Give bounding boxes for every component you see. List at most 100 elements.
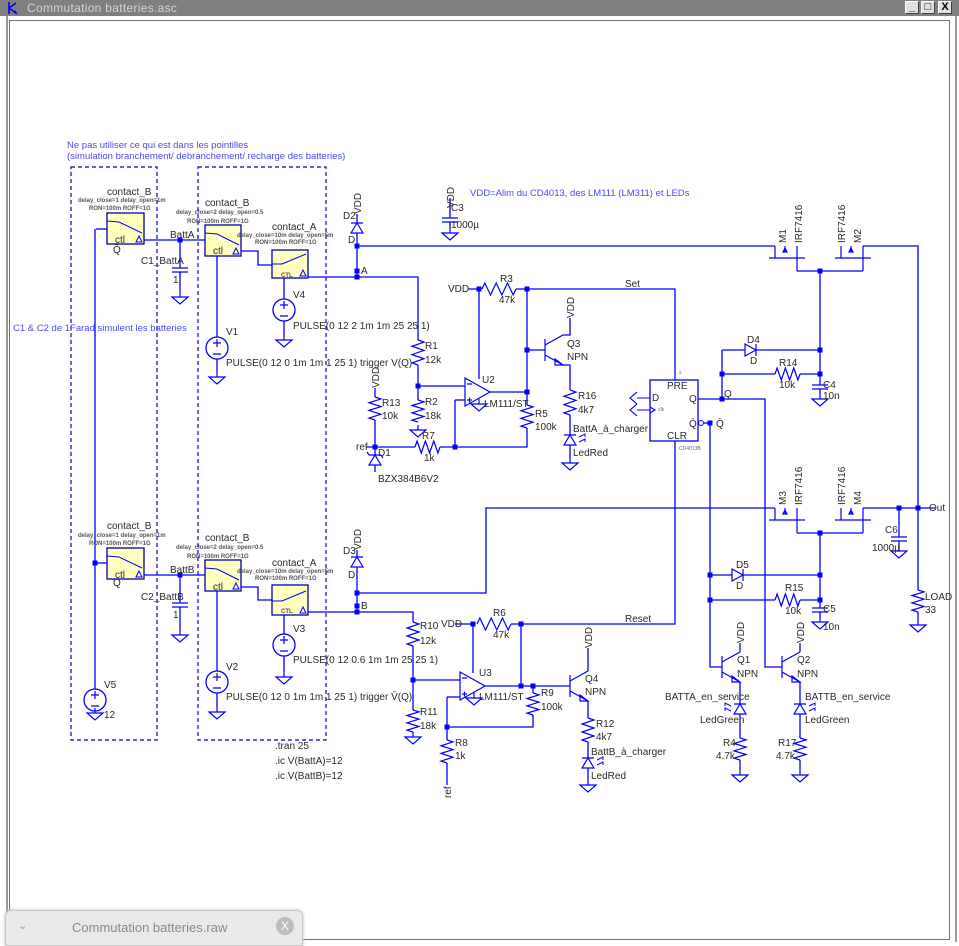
raw-file-tab[interactable]: ⌄ Commutation batteries.raw X [5, 910, 303, 946]
wire [516, 288, 676, 380]
switches-sw4-pin-label: Q [113, 578, 121, 589]
transistors-m3-name-label: M3 [778, 491, 789, 505]
resistor [476, 616, 512, 632]
vdd-q3-label: VDD [566, 297, 577, 318]
switch-box [204, 559, 242, 592]
resistors-r7-value-label: 1k [424, 453, 436, 464]
resistor [524, 692, 542, 716]
transistors-q1-name-label: Q1 [737, 655, 751, 666]
wire [241, 250, 272, 266]
diodes-led_a_charge-value-label: LedRed [573, 448, 608, 459]
resistors-r11-value-label: 18k [420, 721, 437, 732]
diodes-led_a_service-name-label: BATTA_en_service [665, 692, 750, 703]
opamps-u3-name-label: U3 [479, 668, 492, 679]
nets-reset-label: Reset [625, 614, 651, 625]
resistor [774, 366, 801, 382]
chevron-down-icon[interactable]: ⌄ [18, 919, 27, 932]
switches-sw5-ctl-label: ctl [213, 582, 223, 593]
opamps-u2-name-label: U2 [482, 375, 495, 386]
diode [349, 555, 365, 568]
resistor-zigzag [439, 739, 455, 764]
ground-icon [560, 458, 580, 471]
resistor [580, 717, 596, 743]
nets-ref2-label: ref [443, 786, 454, 798]
diodes-led_b_charge-value-label: LedRed [591, 771, 626, 782]
wire [357, 507, 775, 594]
wire [511, 441, 676, 625]
switch-box [204, 224, 242, 257]
vdd-d3-label: VDD [353, 529, 364, 550]
capacitor [172, 602, 188, 608]
flipflop-q-label: Q [689, 394, 697, 405]
resistor-zigzag [909, 589, 927, 613]
wire [709, 423, 722, 668]
inverter-bubble [698, 420, 704, 426]
tab-title[interactable]: Commutation batteries.raw [72, 920, 227, 935]
resistors-r4-name-label: R4 [723, 738, 736, 749]
sources-v5-value-label: 12 [104, 710, 116, 721]
resistor-zigzag [524, 692, 542, 716]
diode [349, 221, 365, 234]
capacitor [891, 536, 907, 542]
nets-ref1-label: ref [356, 442, 368, 453]
resistors-r10-value-label: 12k [420, 636, 437, 647]
vdd-q2-label: VDD [796, 622, 807, 643]
transistors-q1-value-label: NPN [737, 669, 758, 680]
resistor [414, 439, 441, 455]
schematic[interactable]: Ne pas utiliser ce qui est dans les poin… [0, 0, 959, 942]
ground-icon [790, 770, 810, 783]
sources-v3-name-label: V3 [293, 624, 306, 635]
resistors-r8-value-label: 1k [455, 751, 467, 762]
directives-ic_a-label: .ic V(BattA)=12 [275, 756, 343, 767]
ground-icon [403, 732, 423, 745]
diode [732, 702, 748, 715]
wire [563, 318, 571, 336]
diodes-led_b_charge-name-label: BattB_à_charger [591, 747, 667, 758]
diodes-d1-name-label: D1 [378, 448, 391, 459]
diodes-led_b_service-value-label: LedGreen [805, 715, 849, 726]
resistor [409, 399, 427, 423]
diodes-d5-name-label: D5 [736, 560, 749, 571]
resistors-r16-value-label: 4k7 [578, 405, 595, 416]
junction-dot [524, 347, 530, 353]
resistor [410, 339, 426, 366]
resistor-zigzag [409, 399, 427, 423]
switches-sw6-p1-label: delay_close=10m delay_open=5m [237, 569, 333, 575]
switches-sw2-name-label: contact_B [205, 198, 250, 209]
source-polarity [280, 301, 288, 317]
tab-close-button[interactable]: X [276, 917, 294, 935]
resistors-r15-name-label: R15 [785, 583, 804, 594]
sources-v4-name-label: V4 [293, 290, 306, 301]
capacitors-c2-value-label: 1 [173, 610, 179, 621]
resistors-r7-name-label: R7 [422, 431, 435, 442]
diodes-d4-value-label: D [750, 356, 757, 367]
transistors-m1-value-label: IRF7416 [794, 204, 805, 243]
switches-sw4-name-label: contact_B [107, 521, 152, 532]
ground-icon [170, 292, 190, 305]
resistor [405, 621, 421, 647]
vdd-q1-label: VDD [736, 622, 747, 643]
nets-q-label: Q [724, 389, 732, 400]
switches-sw5-name-label: contact_B [205, 533, 250, 544]
diode [792, 702, 808, 715]
capacitors-c3-value-label: 1000µ [451, 220, 479, 231]
switches-sw3-name-label: contact_A [272, 222, 317, 233]
switch-box [106, 547, 145, 580]
npn-transistor [544, 334, 565, 366]
capacitors-c1-name-label: C1_BattA [141, 256, 184, 267]
capacitors-c5-value-label: 10n [823, 622, 840, 633]
transistors-m1-name-label: M1 [778, 229, 789, 243]
voltage-controlled-switch [106, 547, 145, 580]
nets-a-label: A [361, 266, 368, 277]
resistor [439, 739, 455, 764]
switches-sw1-name-label: contact_B [107, 187, 152, 198]
vdd-r6-label: VDD [441, 619, 462, 630]
vdd-d2-label: VDD [353, 193, 364, 214]
capacitors-c1-value-label: 1 [173, 275, 179, 286]
switches-sw3-ctl-label: CTL [281, 273, 293, 279]
resistor-zigzag [414, 439, 441, 455]
resistors-load-value-label: 33 [925, 605, 937, 616]
resistor [909, 589, 927, 613]
transistors-q3-name-label: Q3 [567, 339, 581, 350]
diodes-led_a_service-value-label: LedGreen [700, 715, 744, 726]
